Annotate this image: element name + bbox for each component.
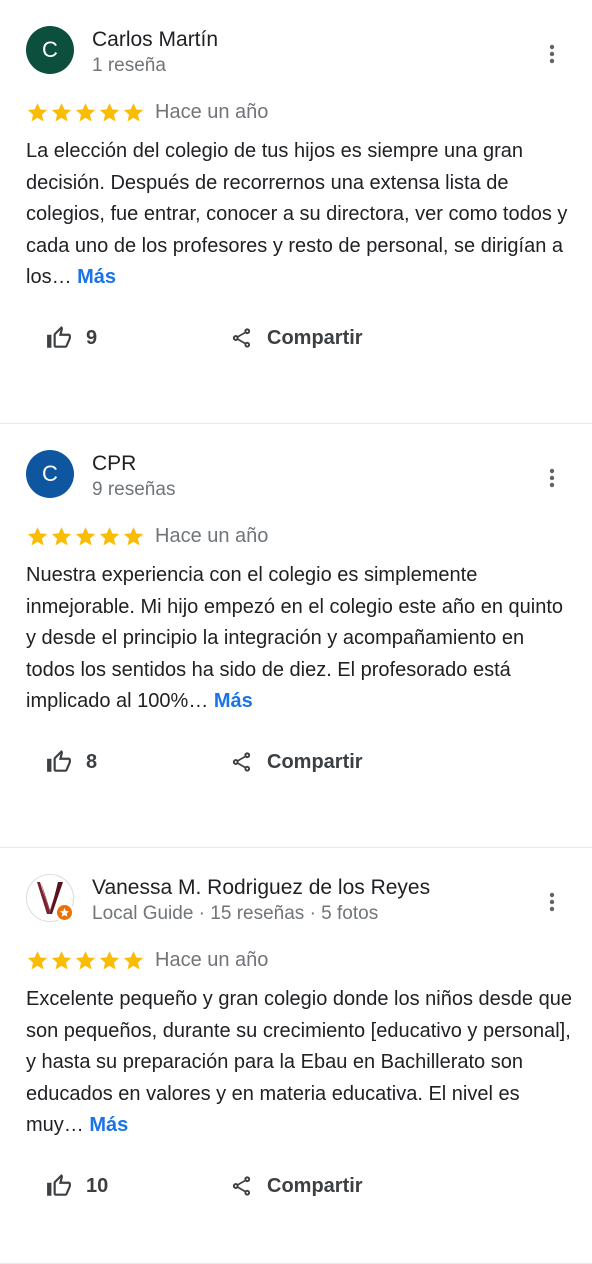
star-icon: [27, 951, 48, 970]
like-button[interactable]: 10: [46, 1168, 108, 1204]
avatar-initial: C: [42, 37, 58, 62]
thumb-up-icon: [47, 1174, 71, 1196]
local-guide-badge-icon: [55, 903, 74, 922]
star-icon: [99, 527, 120, 546]
like-count: 8: [86, 750, 98, 773]
reviewer-name[interactable]: Carlos Martín: [92, 28, 218, 52]
star-icon: [99, 951, 120, 970]
more-options-button[interactable]: [536, 886, 568, 918]
like-button[interactable]: 9: [46, 320, 97, 356]
reviewer-meta: Local Guide · 15 reseñas · 5 fotos: [92, 903, 379, 924]
review-text: Nuestra experiencia con el colegio es si…: [26, 560, 574, 718]
share-button[interactable]: Compartir: [230, 744, 363, 780]
more-vert-icon: [549, 44, 555, 64]
star-icon: [123, 527, 144, 546]
star-icon: [99, 103, 120, 122]
star-icon: [27, 103, 48, 122]
like-count: 10: [86, 1174, 109, 1197]
star-rating: [26, 101, 145, 125]
share-label: Compartir: [267, 1174, 363, 1197]
share-icon: [232, 752, 251, 772]
star-rating: [26, 949, 145, 973]
like-count: 9: [86, 326, 98, 349]
star-icon: [51, 951, 72, 970]
star-rating: [26, 525, 145, 549]
reviewer-name[interactable]: Vanessa M. Rodriguez de los Reyes: [92, 876, 430, 900]
reviewer-meta: 1 reseña: [92, 55, 166, 76]
more-vert-icon: [549, 468, 555, 488]
star-icon: [75, 103, 96, 122]
star-icon: [51, 103, 72, 122]
star-icon: [123, 951, 144, 970]
review-card: Vanessa M. Rodriguez de los Reyes Local …: [0, 848, 592, 1264]
star-icon: [75, 527, 96, 546]
avatar[interactable]: C: [26, 450, 74, 498]
thumb-up-icon: [47, 326, 71, 348]
share-icon: [232, 328, 251, 348]
star-icon: [51, 527, 72, 546]
review-text: La elección del colegio de tus hijos es …: [26, 136, 574, 294]
thumb-up-icon: [47, 750, 71, 772]
like-button[interactable]: 8: [46, 744, 97, 780]
review-time: Hace un año: [155, 525, 269, 547]
share-button[interactable]: Compartir: [230, 1168, 363, 1204]
review-time: Hace un año: [155, 101, 269, 123]
star-icon: [75, 951, 96, 970]
star-icon: [123, 103, 144, 122]
review-body: Nuestra experiencia con el colegio es si…: [26, 564, 564, 712]
avatar-initial: C: [42, 461, 58, 486]
more-vert-icon: [549, 892, 555, 912]
more-link[interactable]: Más: [77, 266, 116, 288]
share-label: Compartir: [267, 326, 363, 349]
share-label: Compartir: [267, 750, 363, 773]
review-text: Excelente pequeño y gran colegio donde l…: [26, 984, 574, 1142]
more-options-button[interactable]: [536, 38, 568, 70]
review-card: C CPR 9 reseñas Hace un año Nuestra expe…: [0, 424, 592, 848]
review-time: Hace un año: [155, 949, 269, 971]
more-options-button[interactable]: [536, 462, 568, 494]
avatar[interactable]: C: [26, 26, 74, 74]
review-card: C Carlos Martín 1 reseña Hace un año La …: [0, 0, 592, 424]
more-link[interactable]: Más: [214, 690, 253, 712]
star-icon: [27, 527, 48, 546]
more-link[interactable]: Más: [89, 1114, 128, 1136]
reviewer-meta: 9 reseñas: [92, 479, 176, 500]
reviewer-name[interactable]: CPR: [92, 452, 136, 476]
share-button[interactable]: Compartir: [230, 320, 363, 356]
share-icon: [232, 1176, 251, 1196]
